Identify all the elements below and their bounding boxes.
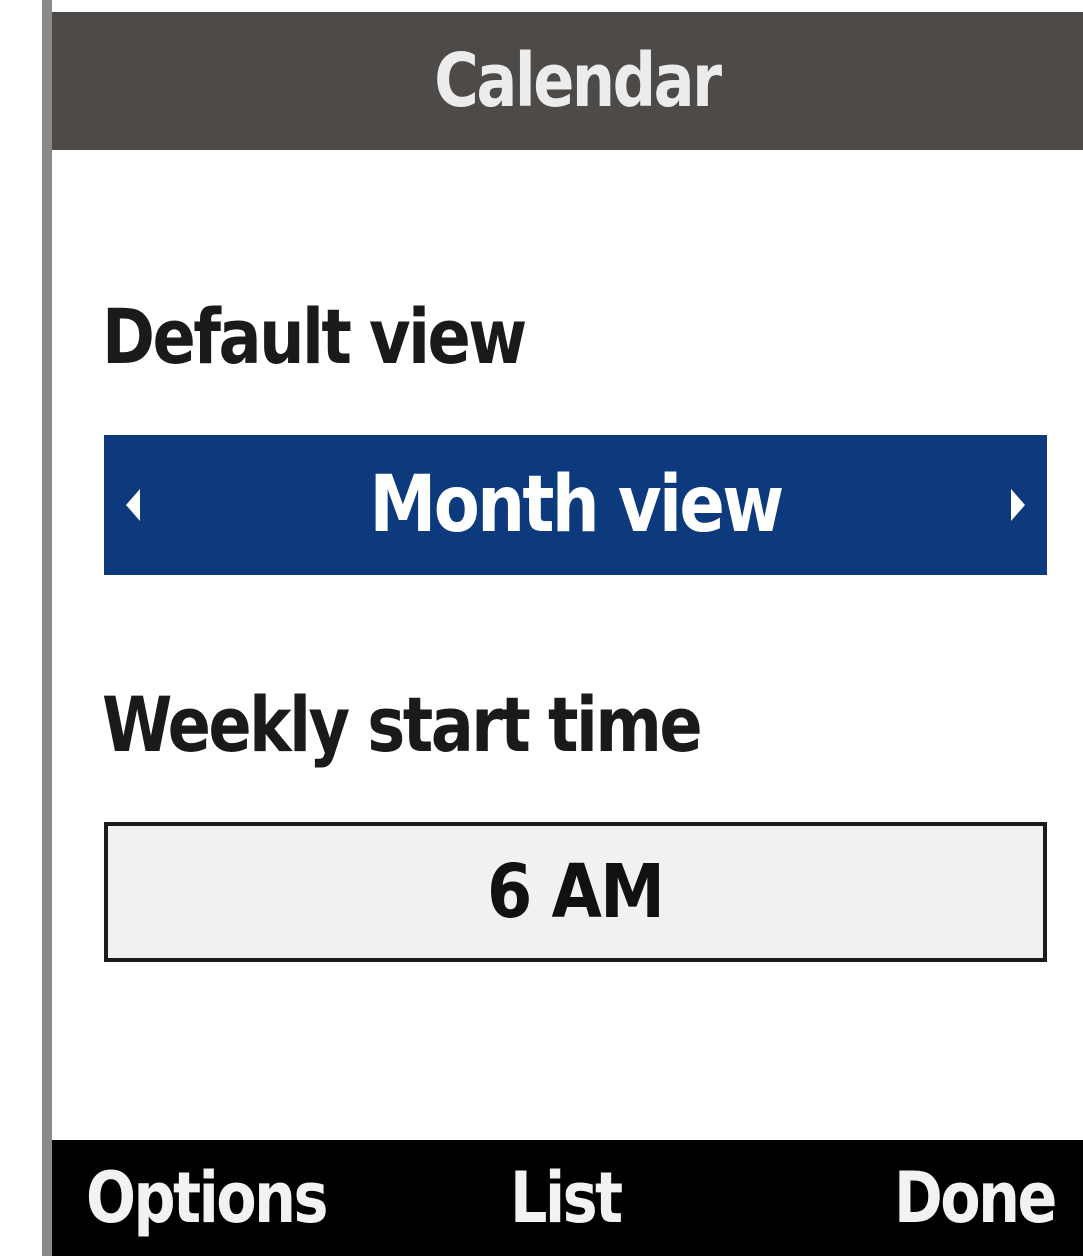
weekly-start-time-value: 6 AM xyxy=(487,849,665,935)
done-softkey[interactable]: Done xyxy=(894,1140,1083,1256)
weekly-start-time-label: Weekly start time xyxy=(102,680,703,769)
frame-left-margin xyxy=(0,0,42,1256)
options-softkey[interactable]: Options xyxy=(86,1140,372,1256)
frame-top-edge xyxy=(52,0,1083,12)
page-title: Calendar xyxy=(433,38,722,124)
list-softkey[interactable]: List xyxy=(510,1140,642,1256)
arrow-left-icon[interactable] xyxy=(126,489,140,521)
weekly-start-time-field[interactable]: 6 AM xyxy=(104,822,1047,962)
list-softkey-label: List xyxy=(510,1157,623,1239)
default-view-label: Default view xyxy=(102,292,527,381)
done-softkey-label: Done xyxy=(894,1157,1057,1239)
softkey-bar: Options List Done xyxy=(52,1140,1083,1256)
title-bar: Calendar xyxy=(52,12,1083,150)
options-softkey-label: Options xyxy=(86,1157,328,1239)
phone-screen: Calendar Default view Month view Weekly … xyxy=(52,0,1083,1256)
default-view-value: Month view xyxy=(369,460,784,550)
frame-left-border xyxy=(42,0,52,1256)
arrow-right-icon[interactable] xyxy=(1011,489,1025,521)
default-view-selector[interactable]: Month view xyxy=(104,435,1047,575)
